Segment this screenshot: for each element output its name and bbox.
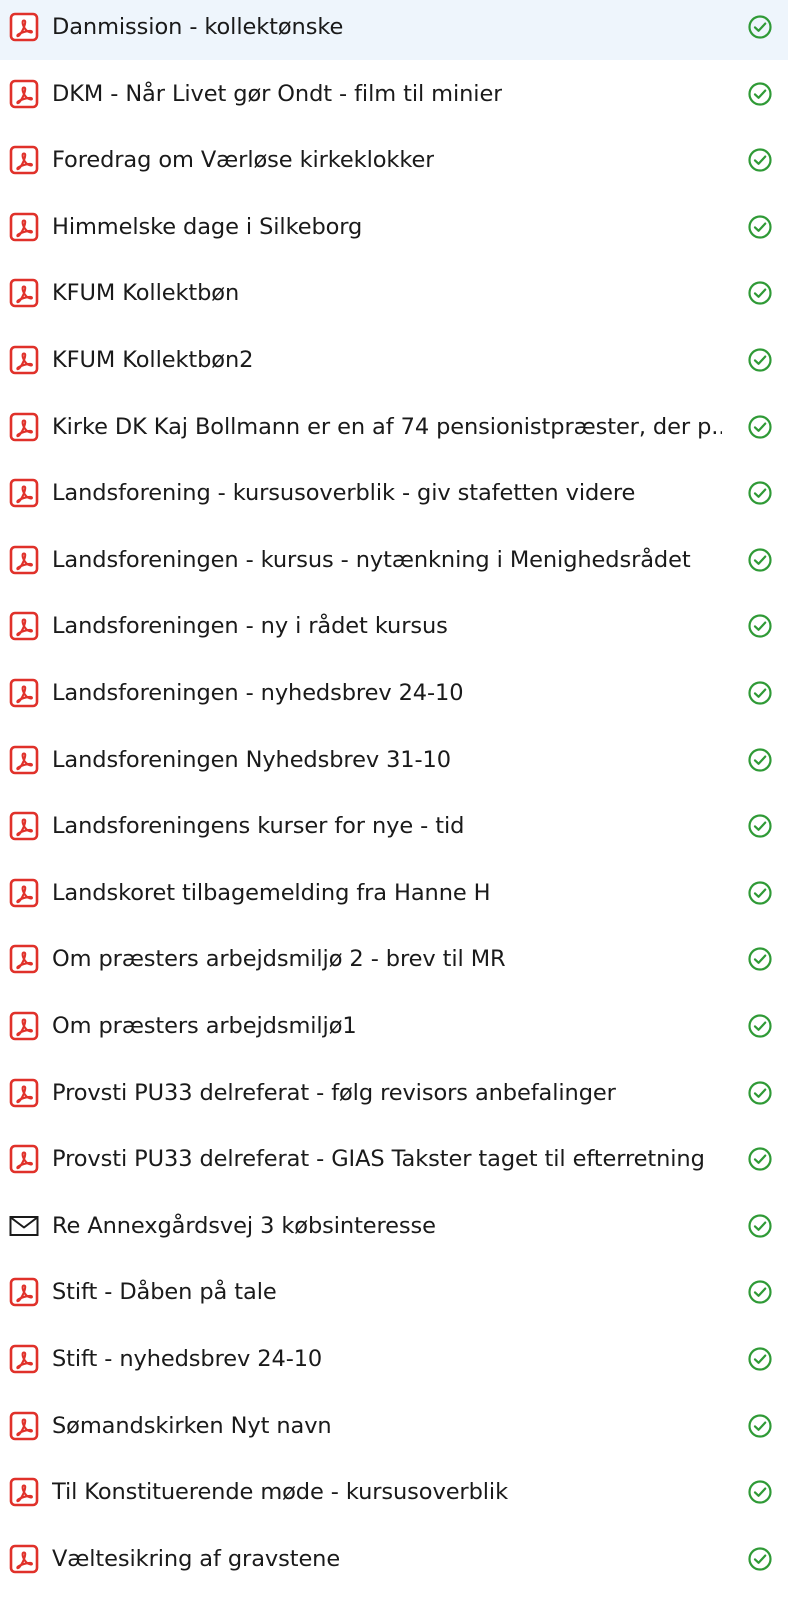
available-offline-icon bbox=[747, 414, 773, 440]
file-name: Re Annexgårdsvej 3 købsinteresse bbox=[52, 1212, 436, 1239]
available-offline-icon bbox=[747, 1146, 773, 1172]
available-offline-icon bbox=[747, 946, 773, 972]
pdf-icon bbox=[9, 412, 39, 442]
pdf-icon bbox=[9, 1277, 39, 1307]
pdf-icon bbox=[9, 1144, 39, 1174]
file-row[interactable]: Himmelske dage i Silkeborg bbox=[0, 194, 788, 261]
file-row[interactable]: Landskoret tilbagemelding fra Hanne H bbox=[0, 860, 788, 927]
pdf-icon bbox=[9, 1544, 39, 1574]
pdf-icon bbox=[9, 278, 39, 308]
file-name: Om præsters arbejdsmiljø 2 - brev til MR bbox=[52, 946, 506, 973]
pdf-icon bbox=[9, 1411, 39, 1441]
pdf-icon bbox=[9, 611, 39, 641]
available-offline-icon bbox=[747, 147, 773, 173]
file-row[interactable]: Stift - nyhedsbrev 24-10 bbox=[0, 1326, 788, 1393]
pdf-icon bbox=[9, 79, 39, 109]
pdf-icon bbox=[9, 811, 39, 841]
file-name: Til Konstituerende møde - kursusoverblik bbox=[52, 1479, 508, 1506]
available-offline-icon bbox=[747, 1080, 773, 1106]
pdf-icon bbox=[9, 145, 39, 175]
file-row[interactable]: Re Annexgårdsvej 3 købsinteresse bbox=[0, 1193, 788, 1260]
available-offline-icon bbox=[747, 747, 773, 773]
file-name: Himmelske dage i Silkeborg bbox=[52, 213, 363, 240]
available-offline-icon bbox=[747, 613, 773, 639]
file-row[interactable]: Landsforeningen - nyhedsbrev 24-10 bbox=[0, 660, 788, 727]
pdf-icon bbox=[9, 12, 39, 42]
file-row[interactable]: Landsforeningen Nyhedsbrev 31-10 bbox=[0, 726, 788, 793]
file-row[interactable]: KFUM Kollektbøn2 bbox=[0, 327, 788, 394]
file-row[interactable]: Danmission - kollektønske bbox=[0, 0, 788, 61]
pdf-icon bbox=[9, 1477, 39, 1507]
available-offline-icon bbox=[747, 14, 773, 40]
available-offline-icon bbox=[747, 1013, 773, 1039]
file-name: KFUM Kollektbøn bbox=[52, 280, 240, 307]
file-name: Sømandskirken Nyt navn bbox=[52, 1412, 332, 1439]
available-offline-icon bbox=[747, 81, 773, 107]
available-offline-icon bbox=[747, 1346, 773, 1372]
available-offline-icon bbox=[747, 214, 773, 240]
available-offline-icon bbox=[747, 280, 773, 306]
pdf-icon bbox=[9, 345, 39, 375]
file-name: Landsforeningen Nyhedsbrev 31-10 bbox=[52, 746, 451, 773]
file-name: Foredrag om Værløse kirkeklokker bbox=[52, 147, 435, 174]
pdf-icon bbox=[9, 1344, 39, 1374]
file-row[interactable]: KFUM Kollektbøn bbox=[0, 260, 788, 327]
file-row[interactable]: Stift - Dåben på tale bbox=[0, 1259, 788, 1326]
pdf-icon bbox=[9, 944, 39, 974]
file-row[interactable]: Foredrag om Værløse kirkeklokker bbox=[0, 127, 788, 194]
available-offline-icon bbox=[747, 547, 773, 573]
file-name: Danmission - kollektønske bbox=[52, 14, 344, 40]
available-offline-icon bbox=[747, 480, 773, 506]
file-name: Kirke DK Kaj Bollmann er en af 74 pensio… bbox=[52, 413, 722, 440]
file-name: Landsforeningen - ny i rådet kursus bbox=[52, 613, 448, 640]
available-offline-icon bbox=[747, 680, 773, 706]
file-row[interactable]: Sømandskirken Nyt navn bbox=[0, 1392, 788, 1459]
pdf-icon bbox=[9, 478, 39, 508]
file-row[interactable]: Kirke DK Kaj Bollmann er en af 74 pensio… bbox=[0, 393, 788, 460]
file-row[interactable]: Provsti PU33 delreferat - GIAS Takster t… bbox=[0, 1126, 788, 1193]
file-name: Provsti PU33 delreferat - følg revisors … bbox=[52, 1079, 616, 1106]
file-row[interactable]: Landsforeningens kurser for nye - tid bbox=[0, 793, 788, 860]
file-row[interactable]: DKM - Når Livet gør Ondt - film til mini… bbox=[0, 60, 788, 127]
file-name: Stift - Dåben på tale bbox=[52, 1279, 277, 1306]
file-name: Væltesikring af gravstene bbox=[52, 1545, 341, 1572]
file-row[interactable]: Til Konstituerende møde - kursusoverblik bbox=[0, 1459, 788, 1526]
pdf-icon bbox=[9, 212, 39, 242]
available-offline-icon bbox=[747, 1479, 773, 1505]
available-offline-icon bbox=[747, 880, 773, 906]
pdf-icon bbox=[9, 1011, 39, 1041]
available-offline-icon bbox=[747, 1413, 773, 1439]
file-name: Landsforeningens kurser for nye - tid bbox=[52, 813, 465, 840]
available-offline-icon bbox=[747, 347, 773, 373]
file-name: Stift - nyhedsbrev 24-10 bbox=[52, 1345, 323, 1372]
file-name: Landsforening - kursusoverblik - giv sta… bbox=[52, 480, 636, 507]
file-row[interactable]: Væltesikring af gravstene bbox=[0, 1526, 788, 1593]
file-name: Landsforeningen - kursus - nytænkning i … bbox=[52, 546, 691, 573]
file-row[interactable]: Om præsters arbejdsmiljø1 bbox=[0, 993, 788, 1060]
pdf-icon bbox=[9, 745, 39, 775]
pdf-icon bbox=[9, 545, 39, 575]
file-row[interactable]: Landsforening - kursusoverblik - giv sta… bbox=[0, 460, 788, 527]
file-name: Landskoret tilbagemelding fra Hanne H bbox=[52, 879, 491, 906]
file-name: Landsforeningen - nyhedsbrev 24-10 bbox=[52, 679, 464, 706]
pdf-icon bbox=[9, 878, 39, 908]
file-name: DKM - Når Livet gør Ondt - film til mini… bbox=[52, 80, 503, 107]
file-name: Provsti PU33 delreferat - GIAS Takster t… bbox=[52, 1146, 705, 1173]
available-offline-icon bbox=[747, 813, 773, 839]
pdf-icon bbox=[9, 1078, 39, 1108]
available-offline-icon bbox=[747, 1213, 773, 1239]
file-row[interactable]: Landsforeningen - ny i rådet kursus bbox=[0, 593, 788, 660]
file-name: Om præsters arbejdsmiljø1 bbox=[52, 1012, 357, 1039]
mail-icon bbox=[9, 1211, 39, 1241]
file-row[interactable]: Landsforeningen - kursus - nytænkning i … bbox=[0, 527, 788, 594]
file-name: KFUM Kollektbøn2 bbox=[52, 346, 254, 373]
available-offline-icon bbox=[747, 1279, 773, 1305]
file-row[interactable]: Provsti PU33 delreferat - følg revisors … bbox=[0, 1059, 788, 1126]
pdf-icon bbox=[9, 678, 39, 708]
available-offline-icon bbox=[747, 1546, 773, 1572]
file-row[interactable]: Om præsters arbejdsmiljø 2 - brev til MR bbox=[0, 926, 788, 993]
